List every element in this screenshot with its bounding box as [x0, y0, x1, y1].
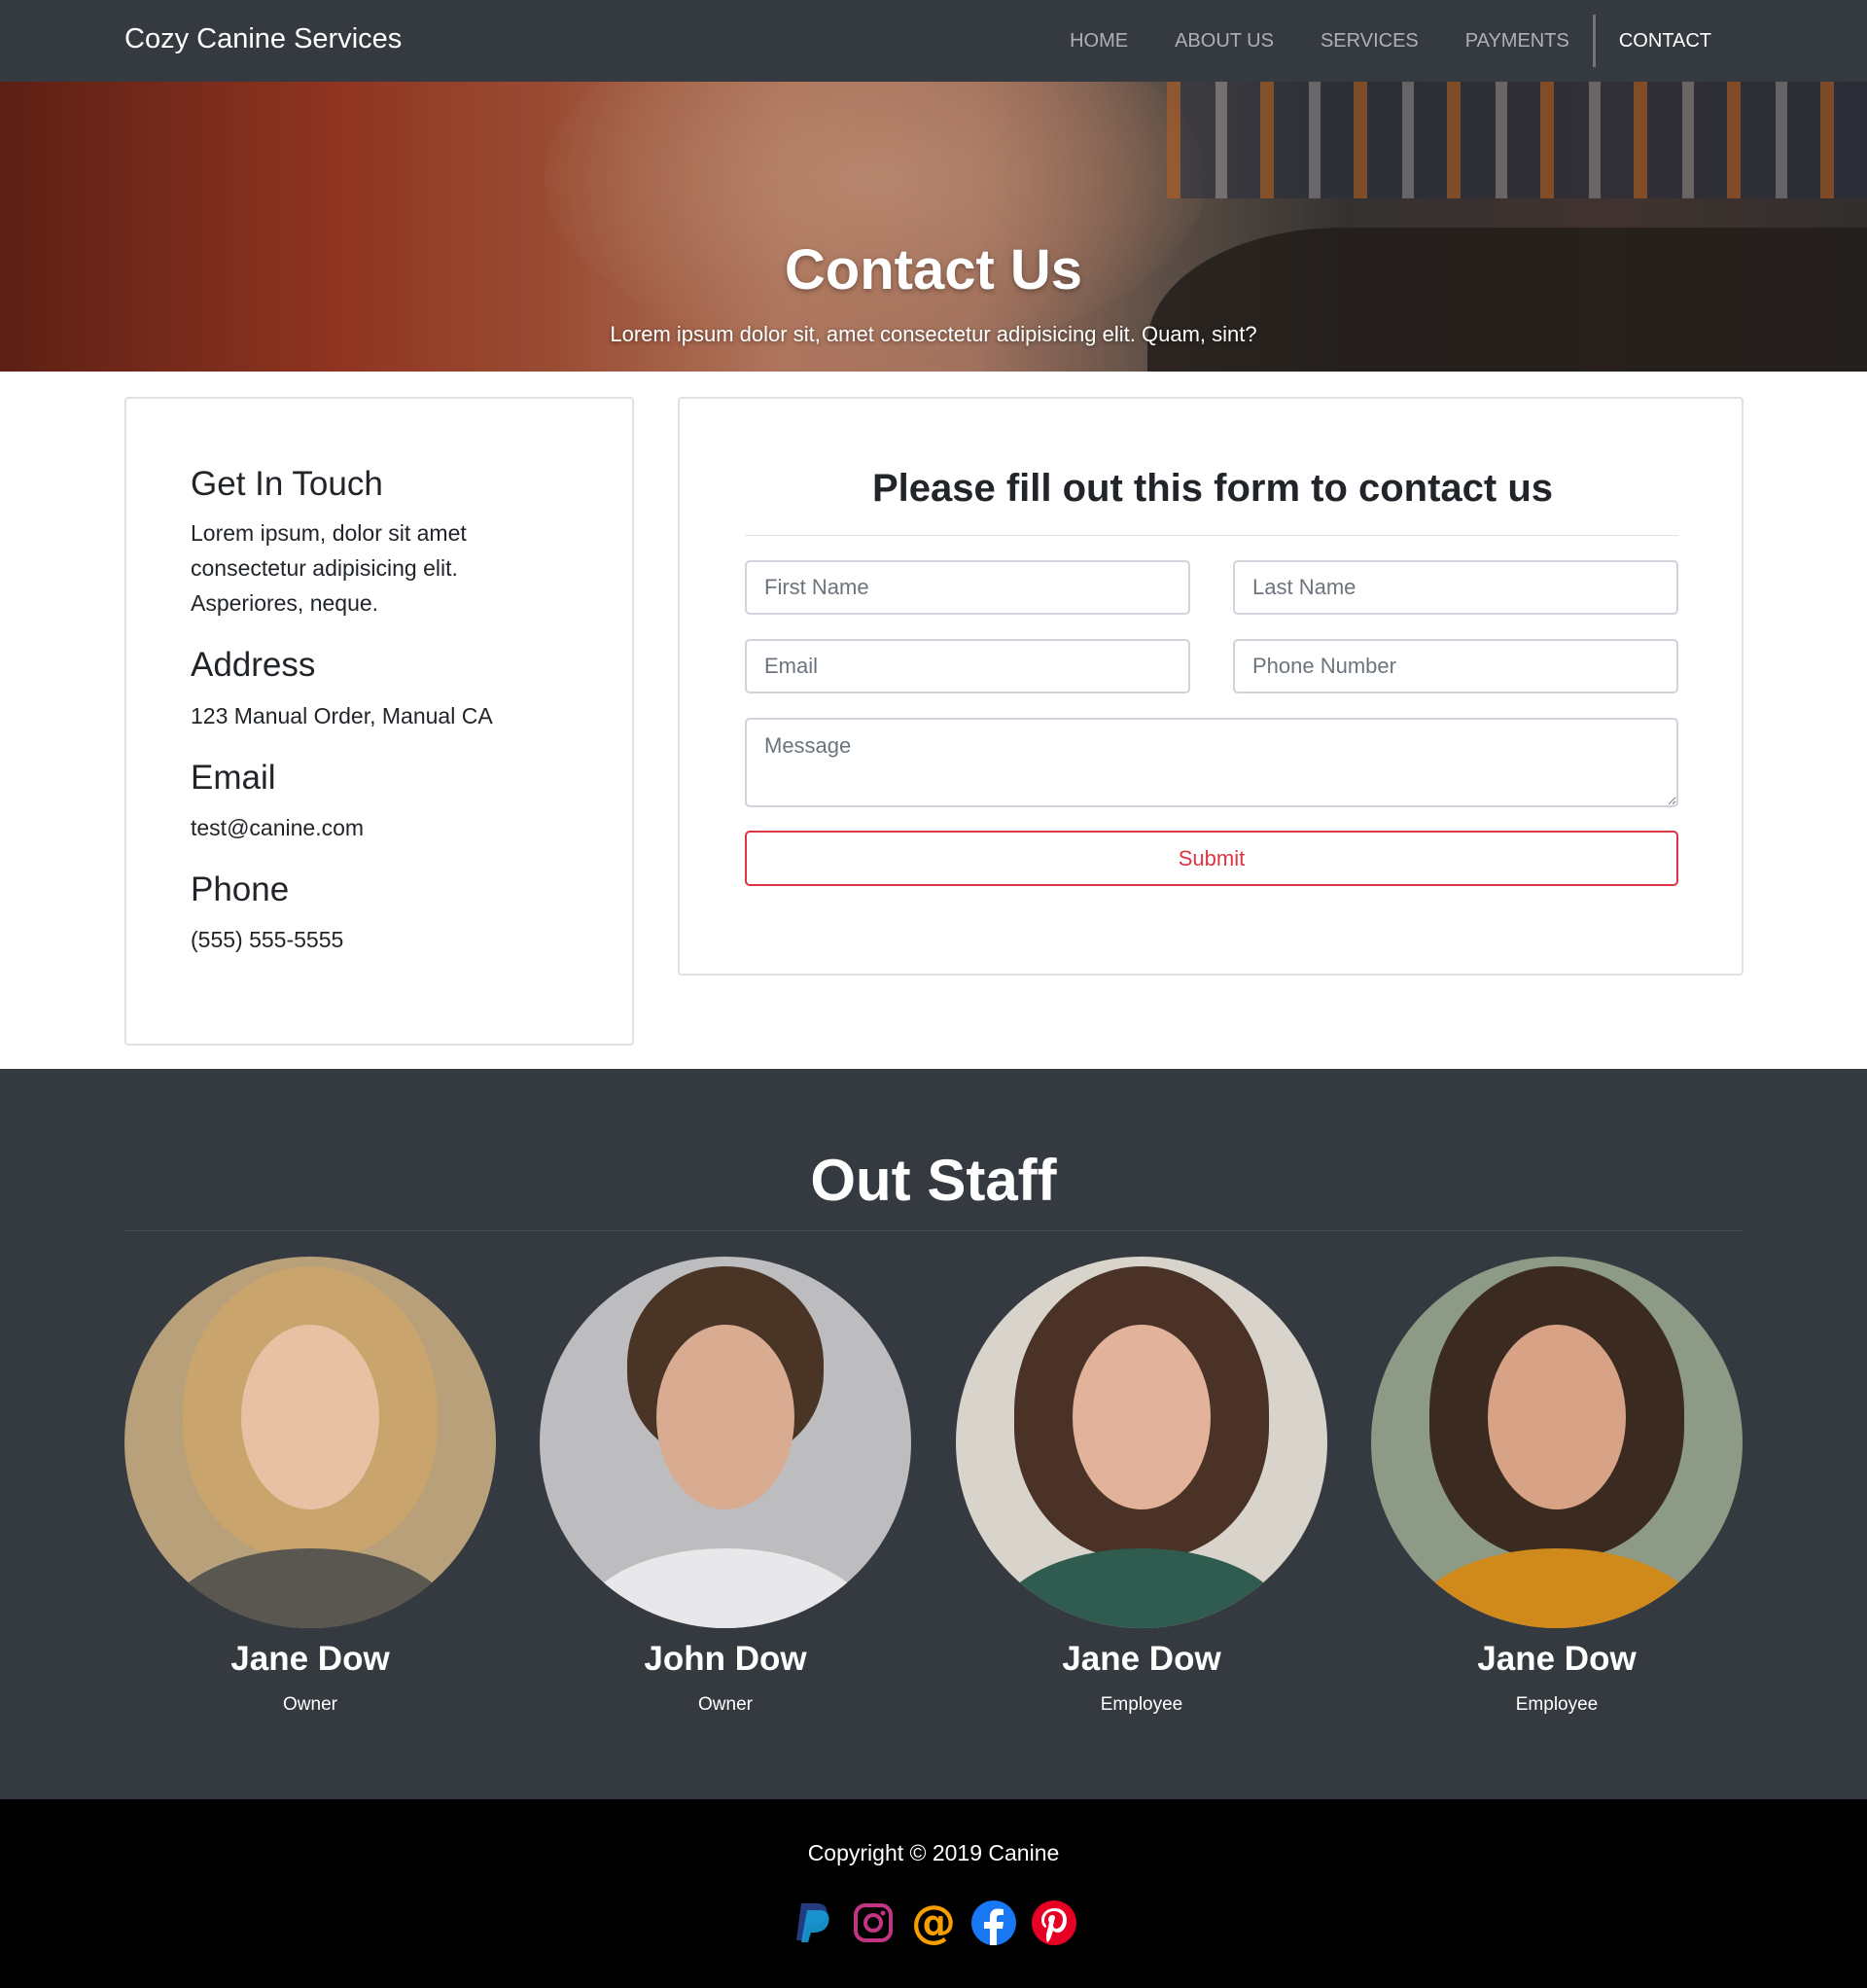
- staff-role: Owner: [698, 1694, 753, 1715]
- staff-role: Employee: [1100, 1694, 1183, 1715]
- staff-role: Employee: [1515, 1694, 1599, 1715]
- first-name-input[interactable]: [745, 560, 1190, 615]
- get-in-touch-heading: Get In Touch: [191, 465, 383, 503]
- nav-item-payments[interactable]: PAYMENTS: [1442, 30, 1593, 53]
- last-name-input[interactable]: [1233, 560, 1678, 615]
- page-title: Contact Us: [784, 238, 1083, 302]
- staff-member: John Dow Owner: [540, 1257, 911, 1716]
- instagram-icon[interactable]: [849, 1899, 898, 1947]
- staff-name: John Dow: [644, 1640, 807, 1678]
- phone-input[interactable]: [1233, 639, 1678, 693]
- staff-role: Owner: [283, 1694, 337, 1715]
- staff-title: Out Staff: [810, 1148, 1057, 1213]
- staff-photo: [956, 1257, 1327, 1628]
- form-title: Please fill out this form to contact us: [871, 467, 1554, 510]
- email-icon[interactable]: @: [909, 1899, 958, 1947]
- svg-text:@: @: [911, 1899, 956, 1946]
- nav-item-home[interactable]: HOME: [1046, 30, 1151, 53]
- facebook-icon[interactable]: [969, 1899, 1018, 1947]
- social-links: @: [0, 1899, 1867, 1947]
- staff-section: Out Staff Jane Dow Owner John Dow Owner …: [0, 1069, 1867, 1799]
- nav-menu: HOME ABOUT US SERVICES PAYMENTS CONTACT: [1046, 0, 1735, 82]
- staff-name: Jane Dow: [230, 1640, 390, 1678]
- email-heading: Email: [191, 759, 276, 797]
- brand-logo[interactable]: Cozy Canine Services: [124, 23, 402, 55]
- contact-form-card: Please fill out this form to contact us …: [678, 397, 1744, 976]
- address-heading: Address: [191, 646, 316, 684]
- form-divider: [745, 535, 1678, 536]
- pinterest-icon[interactable]: [1030, 1899, 1078, 1947]
- staff-name: Jane Dow: [1062, 1640, 1221, 1678]
- staff-member: Jane Dow Employee: [1371, 1257, 1743, 1716]
- staff-member: Jane Dow Employee: [956, 1257, 1327, 1716]
- address-text: 123 Manual Order, Manual CA: [191, 703, 493, 728]
- paypal-icon[interactable]: [789, 1899, 837, 1947]
- hero-subtitle: Lorem ipsum dolor sit, amet consectetur …: [610, 322, 1257, 346]
- footer: Copyright © 2019 Canine @: [0, 1799, 1867, 1988]
- copyright-text: Copyright © 2019 Canine: [807, 1840, 1060, 1865]
- staff-photo: [540, 1257, 911, 1628]
- get-in-touch-text: Lorem ipsum, dolor sit amet consectetur …: [191, 520, 467, 616]
- nav-item-contact[interactable]: CONTACT: [1596, 30, 1735, 53]
- staff-photo: [124, 1257, 496, 1628]
- phone-text: (555) 555-5555: [191, 927, 344, 952]
- hero-banner: Contact Us Lorem ipsum dolor sit, amet c…: [0, 82, 1867, 372]
- email-text: test@canine.com: [191, 815, 365, 840]
- staff-name: Jane Dow: [1477, 1640, 1637, 1678]
- staff-member: Jane Dow Owner: [124, 1257, 496, 1716]
- phone-heading: Phone: [191, 870, 290, 908]
- email-input[interactable]: [745, 639, 1190, 693]
- staff-divider: [124, 1230, 1743, 1231]
- navbar: Cozy Canine Services HOME ABOUT US SERVI…: [0, 0, 1867, 82]
- nav-item-services[interactable]: SERVICES: [1297, 30, 1442, 53]
- message-textarea[interactable]: [745, 718, 1678, 807]
- submit-button[interactable]: Submit: [745, 831, 1678, 886]
- nav-item-about-us[interactable]: ABOUT US: [1151, 30, 1297, 53]
- contact-info-card: Get In Touch Lorem ipsum, dolor sit amet…: [124, 397, 634, 1046]
- staff-photo: [1371, 1257, 1743, 1628]
